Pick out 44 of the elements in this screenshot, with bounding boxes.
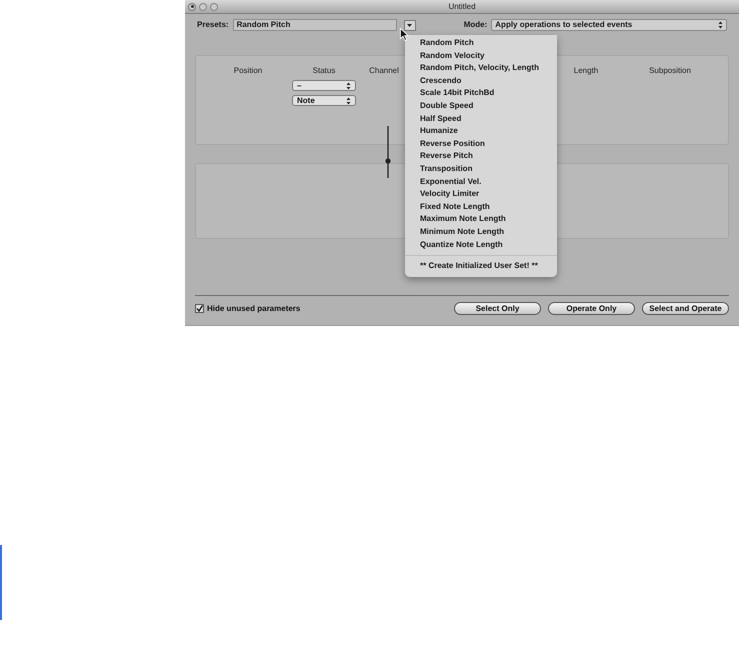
vertical-slider-drawing xyxy=(385,126,391,178)
menu-item[interactable]: Quantize Note Length xyxy=(405,238,557,252)
menu-item[interactable]: Humanize xyxy=(405,125,557,138)
menu-item[interactable]: Transposition xyxy=(405,162,557,176)
column-header: Channel xyxy=(368,65,400,77)
mouse-pointer-icon xyxy=(400,28,409,41)
status-select[interactable]: Note xyxy=(292,95,356,106)
close-button[interactable] xyxy=(188,2,196,10)
menu-item[interactable]: Half Speed xyxy=(405,112,557,126)
action-button[interactable]: Select and Operate xyxy=(642,302,729,315)
action-button[interactable]: Operate Only xyxy=(548,302,635,315)
updown-arrows-icon xyxy=(718,21,723,29)
menu-item[interactable]: Double Speed xyxy=(405,100,557,113)
checkbox[interactable] xyxy=(195,304,204,313)
window-title: Untitled xyxy=(448,2,476,10)
menu-item[interactable]: Minimum Note Length xyxy=(405,226,557,238)
checkbox-label: Hide unused parameters xyxy=(207,302,300,314)
menu-item[interactable]: Scale 14bit PitchBd xyxy=(405,87,557,100)
status-select[interactable]: – xyxy=(292,80,356,91)
menu-item[interactable]: Random Pitch, Velocity, Length xyxy=(405,62,557,75)
column-header: Position xyxy=(232,65,264,77)
updown-arrows-icon xyxy=(346,96,351,104)
mode-select[interactable]: Apply operations to selected events xyxy=(491,19,727,31)
menu-item[interactable]: Random Velocity xyxy=(405,50,557,62)
triangle-down-icon xyxy=(407,24,412,26)
presets-field[interactable]: Random Pitch xyxy=(232,19,397,31)
menu-item[interactable]: Crescendo xyxy=(405,74,557,88)
presets-menu-button[interactable] xyxy=(404,20,416,30)
presets-label: Presets: xyxy=(197,19,229,31)
updown-arrows-icon xyxy=(346,82,351,90)
column-header: Status xyxy=(312,65,336,77)
menu-item[interactable]: Random Pitch xyxy=(405,37,557,50)
menu-item[interactable]: Fixed Note Length xyxy=(405,200,557,214)
column-header: Subposition xyxy=(648,65,692,77)
mode-label: Mode: xyxy=(464,19,488,31)
action-button[interactable]: Select Only xyxy=(454,302,541,315)
menu-item[interactable]: Reverse Position xyxy=(405,138,557,150)
menu-item[interactable]: Velocity Limiter xyxy=(405,188,557,201)
checkmark-icon xyxy=(196,305,203,312)
menu-item[interactable]: Maximum Note Length xyxy=(405,213,557,226)
menu-item[interactable]: ** Create Initialized User Set! ** xyxy=(405,260,557,273)
column-header: Length xyxy=(572,65,600,77)
menu-item[interactable]: Exponential Vel. xyxy=(405,176,557,188)
menu-item[interactable]: Reverse Pitch xyxy=(405,150,557,163)
